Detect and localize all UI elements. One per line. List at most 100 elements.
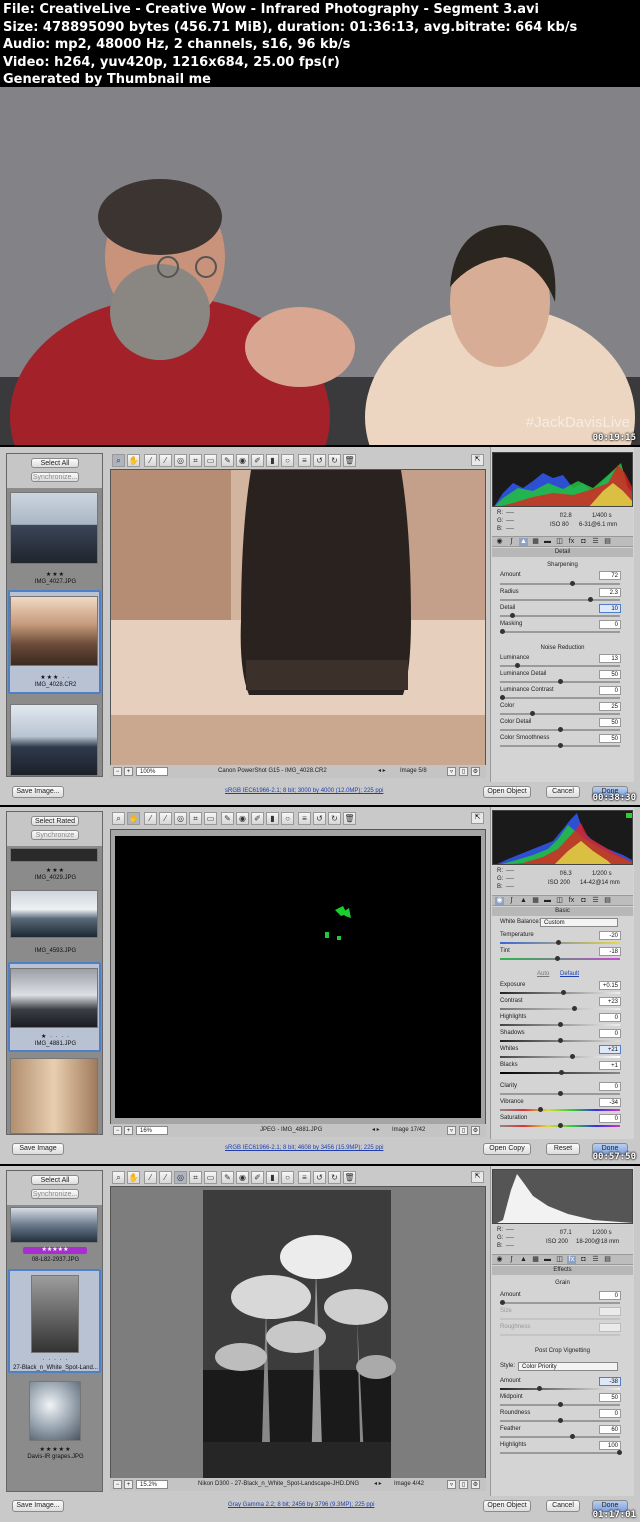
slider-value[interactable]: 0 (599, 1291, 621, 1300)
settings-icon[interactable]: ⚙ (471, 767, 480, 776)
open-copy-button[interactable]: Open Copy (483, 1143, 531, 1155)
settings-icon[interactable]: ⚙ (471, 1480, 480, 1489)
slider-value-active[interactable]: +21 (599, 1045, 621, 1054)
red-eye-icon[interactable]: ◉ (236, 812, 249, 825)
thumbnail-img-4029[interactable] (10, 848, 98, 862)
slider-thumb[interactable] (500, 1300, 505, 1305)
temperature-slider[interactable] (500, 940, 620, 945)
crop-tool-icon[interactable]: ⌗ (189, 812, 202, 825)
blacks-slider[interactable] (500, 1070, 620, 1075)
rotate-right-icon[interactable]: ↻ (328, 812, 341, 825)
tone-curve-tab-icon[interactable]: ∫ (507, 1256, 516, 1264)
zoom-in-icon[interactable]: + (124, 767, 133, 776)
thumb-rating[interactable]: ★★★★★ (23, 1247, 87, 1254)
contrast-slider[interactable] (500, 1006, 620, 1011)
preferences-icon[interactable]: ≡ (298, 1171, 311, 1184)
detail-slider[interactable] (500, 613, 620, 618)
zoom-out-icon[interactable]: − (113, 1126, 122, 1135)
thumbnail-08-l82-2937[interactable] (10, 1207, 98, 1243)
grain-amount-slider[interactable] (500, 1300, 620, 1305)
whites-slider[interactable] (500, 1054, 620, 1059)
brush-icon[interactable]: ✐ (251, 1171, 264, 1184)
slider-value[interactable]: 50 (599, 670, 621, 679)
crop-tool-icon[interactable]: ⌗ (189, 454, 202, 467)
detail-tab-icon[interactable]: ▲ (519, 897, 528, 905)
workflow-options-link[interactable]: sRGB IEC61966-2.1; 8 bit; 4608 by 3456 (… (225, 1145, 383, 1151)
basic-tab-icon[interactable]: ◉ (495, 1256, 504, 1264)
tone-curve-tab-icon[interactable]: ∫ (507, 538, 516, 546)
slider-value[interactable]: -18 (599, 947, 621, 956)
slider-value[interactable]: +1 (599, 1061, 621, 1070)
auto-link[interactable]: Auto (537, 971, 549, 977)
tone-curve-tab-icon[interactable]: ∫ (507, 897, 516, 905)
slider-value[interactable]: 0 (599, 1082, 621, 1091)
slider-thumb[interactable] (617, 1450, 622, 1455)
vibrance-slider[interactable] (500, 1107, 620, 1112)
slider-thumb[interactable] (500, 695, 505, 700)
slider-value[interactable]: -20 (599, 931, 621, 940)
radius-slider[interactable] (500, 597, 620, 602)
thumb-rating[interactable]: ★★★★★ (7, 1446, 104, 1453)
camera-calibration-tab-icon[interactable]: ◘ (579, 538, 588, 546)
presets-tab-icon[interactable]: ☰ (591, 1256, 600, 1264)
synchronize-button[interactable]: Synchronize... (31, 472, 79, 482)
fullscreen-icon[interactable]: ⇱ (471, 1171, 484, 1183)
slider-thumb[interactable] (537, 1386, 542, 1391)
slider-thumb[interactable] (570, 1054, 575, 1059)
slider-thumb[interactable] (558, 1123, 563, 1128)
slider-thumb[interactable] (572, 1006, 577, 1011)
slider-value[interactable]: -34 (599, 1098, 621, 1107)
slider-thumb[interactable] (556, 940, 561, 945)
straighten-tool-icon[interactable]: ▭ (204, 1171, 217, 1184)
trash-icon[interactable]: 🗑 (343, 1171, 356, 1184)
nav-arrows[interactable]: ◂ ▸ (372, 1124, 380, 1137)
image-preview[interactable] (110, 829, 486, 1125)
slider-thumb[interactable] (500, 629, 505, 634)
rotate-right-icon[interactable]: ↻ (328, 454, 341, 467)
slider-value[interactable]: 50 (599, 734, 621, 743)
synchronize-button[interactable]: Synchronize (31, 830, 79, 840)
lens-tab-icon[interactable]: ◫ (555, 1256, 564, 1264)
thumbnail-img-next[interactable] (10, 704, 98, 776)
color-smoothness-slider[interactable] (500, 743, 620, 748)
thumb-rating[interactable]: ★★★ (7, 571, 104, 578)
select-all-button[interactable]: Select All (31, 1175, 79, 1185)
slider-value[interactable]: 13 (599, 654, 621, 663)
slider-value[interactable]: 60 (599, 1425, 621, 1434)
snapshots-tab-icon[interactable]: ▤ (603, 538, 612, 546)
cancel-button[interactable]: Cancel (546, 1500, 580, 1512)
slider-value[interactable]: 72 (599, 571, 621, 580)
graduated-filter-icon[interactable]: ▮ (266, 812, 279, 825)
thumbnail-img-4027[interactable] (10, 492, 98, 564)
thumbnail-img-4593[interactable] (10, 890, 98, 938)
split-toning-tab-icon[interactable]: ▬ (543, 897, 552, 905)
saturation-slider[interactable] (500, 1123, 620, 1128)
white-balance-tool-icon[interactable]: ⁄ (144, 454, 157, 467)
clarity-slider[interactable] (500, 1091, 620, 1096)
effects-tab-icon[interactable]: fx (567, 538, 576, 546)
hand-tool-icon[interactable]: ✋ (127, 1171, 140, 1184)
reset-button[interactable]: Reset (546, 1143, 580, 1155)
targeted-adjust-icon[interactable]: ◎ (174, 812, 187, 825)
targeted-adjust-icon[interactable]: ◎ (174, 454, 187, 467)
slider-thumb[interactable] (558, 1402, 563, 1407)
thumbnail-img-4881[interactable] (10, 968, 98, 1028)
slider-value[interactable]: 0 (599, 1114, 621, 1123)
color-detail-slider[interactable] (500, 727, 620, 732)
before-after-icon[interactable]: ▯ (459, 1480, 468, 1489)
effects-tab-icon[interactable]: fx (567, 897, 576, 905)
rotate-left-icon[interactable]: ↺ (313, 812, 326, 825)
slider-thumb[interactable] (530, 711, 535, 716)
camera-calibration-tab-icon[interactable]: ◘ (579, 1256, 588, 1264)
save-image-button[interactable]: Save Image... (12, 1500, 64, 1512)
detail-tab-icon[interactable]: ▲ (519, 538, 528, 546)
slider-value[interactable]: 0 (599, 1029, 621, 1038)
select-all-button[interactable]: Select All (31, 458, 79, 468)
filter-icon[interactable]: ▿ (447, 1126, 456, 1135)
zoom-select[interactable]: 15.2% (136, 1480, 168, 1489)
slider-value-active[interactable]: 10 (599, 604, 621, 613)
thumbnail-bw-palms[interactable] (31, 1275, 79, 1353)
slider-thumb[interactable] (515, 663, 520, 668)
brush-icon[interactable]: ✐ (251, 454, 264, 467)
slider-thumb[interactable] (555, 956, 560, 961)
